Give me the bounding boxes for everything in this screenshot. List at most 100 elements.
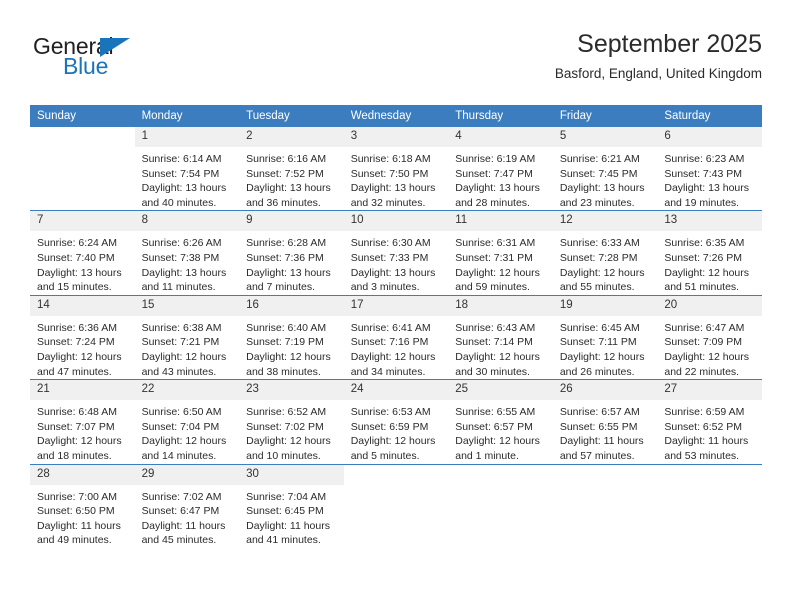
daylight-duration-line1: Daylight: 12 hours [455, 266, 540, 279]
day-details: Sunrise: 6:14 AM Sunset: 7:54 PM Daylight:… [135, 147, 240, 210]
page-header: General Blue September 2025 Basford, Eng… [30, 28, 762, 98]
calendar-day-cell[interactable]: 22 Sunrise: 6:50 AM Sunset: 7:04 PM Dayligh… [134, 379, 240, 464]
sunrise-time: Sunrise: 6:21 AM [559, 153, 640, 165]
sunset-time: Sunset: 6:47 PM [141, 505, 220, 518]
calendar-day-cell[interactable]: 29 Sunrise: 7:02 AM Sunset: 6:47 PM Dayligh… [134, 463, 240, 548]
calendar-day-cell[interactable]: 19 Sunrise: 6:45 AM Sunset: 7:11 PM Dayligh… [552, 294, 658, 380]
day-number: 21 [30, 380, 135, 401]
daylight-duration-line2: and 41 minutes. [246, 534, 321, 547]
day-details: Sunrise: 6:23 AM Sunset: 7:43 PM Daylight:… [657, 147, 762, 210]
calendar-day-cell[interactable]: 5 Sunrise: 6:21 AM Sunset: 7:45 PM Daylight… [552, 127, 658, 211]
day-number [657, 464, 762, 485]
daylight-duration-line1: Daylight: 12 hours [141, 435, 227, 448]
day-details: Sunrise: 7:04 AM Sunset: 6:45 PM Daylight:… [239, 485, 344, 548]
sunrise-time: Sunrise: 7:02 AM [141, 490, 222, 503]
calendar-page: General Blue September 2025 Basford, Eng… [0, 0, 792, 612]
calendar-empty-cell [343, 463, 449, 548]
calendar-day-cell[interactable]: 3 Sunrise: 6:18 AM Sunset: 7:50 PM Daylight… [343, 127, 449, 211]
calendar-day-cell[interactable]: 26 Sunrise: 6:57 AM Sunset: 6:55 PM Dayligh… [552, 379, 658, 464]
weekday-header-tuesday: Tuesday [239, 105, 344, 127]
daylight-duration-line1: Daylight: 11 hours [559, 435, 644, 448]
day-number: 29 [134, 464, 240, 485]
daylight-duration-line1: Daylight: 11 hours [664, 435, 749, 448]
day-number: 28 [30, 464, 135, 485]
sunrise-time: Sunrise: 6:50 AM [141, 406, 222, 419]
calendar-day-cell[interactable]: 28 Sunrise: 7:00 AM Sunset: 6:50 PM Dayligh… [30, 463, 135, 548]
calendar-week-row: 14 Sunrise: 6:36 AM Sunset: 7:24 PM Dayligh… [30, 294, 762, 380]
day-details: Sunrise: 6:59 AM Sunset: 6:52 PM Daylight:… [657, 400, 762, 463]
calendar-day-cell[interactable]: 1 Sunrise: 6:14 AM Sunset: 7:54 PM Daylight… [134, 127, 240, 211]
calendar-day-cell[interactable]: 24 Sunrise: 6:53 AM Sunset: 6:59 PM Dayligh… [343, 379, 449, 464]
daylight-duration-line1: Daylight: 12 hours [455, 435, 540, 448]
daylight-duration-line2: and 51 minutes. [664, 281, 740, 294]
daylight-duration-line2: and 15 minutes. [37, 281, 112, 294]
calendar-day-cell[interactable]: 11 Sunrise: 6:31 AM Sunset: 7:31 PM Dayligh… [448, 210, 553, 296]
day-number: 13 [657, 211, 762, 232]
daylight-duration-line1: Daylight: 11 hours [141, 519, 226, 532]
daylight-duration-line2: and 1 minute. [455, 449, 519, 462]
sunrise-time: Sunrise: 6:53 AM [350, 406, 431, 419]
daylight-duration-line1: Daylight: 13 hours [455, 182, 540, 195]
calendar-day-cell[interactable]: 2 Sunrise: 6:16 AM Sunset: 7:52 PM Daylight… [239, 127, 344, 211]
day-details: Sunrise: 6:21 AM Sunset: 7:45 PM Daylight:… [553, 147, 658, 210]
daylight-duration-line2: and 3 minutes. [350, 281, 420, 294]
weekday-header-wednesday: Wednesday [343, 105, 449, 127]
sunset-time: Sunset: 6:52 PM [664, 420, 743, 433]
calendar-day-cell[interactable]: 20 Sunrise: 6:47 AM Sunset: 7:09 PM Dayligh… [657, 294, 762, 380]
day-details: Sunrise: 6:18 AM Sunset: 7:50 PM Daylight:… [344, 147, 449, 210]
day-details: Sunrise: 6:43 AM Sunset: 7:14 PM Daylight:… [448, 316, 553, 379]
calendar-day-cell[interactable]: 15 Sunrise: 6:38 AM Sunset: 7:21 PM Dayligh… [134, 294, 240, 380]
sunset-time: Sunset: 7:33 PM [350, 251, 429, 264]
day-number: 22 [134, 380, 240, 401]
day-number [343, 464, 449, 485]
day-number: 2 [239, 127, 344, 147]
daylight-duration-line1: Daylight: 13 hours [141, 266, 227, 279]
calendar-week-row: 7 Sunrise: 6:24 AM Sunset: 7:40 PM Daylight… [30, 210, 762, 296]
general-blue-logo[interactable]: General Blue [33, 34, 223, 86]
daylight-duration-line1: Daylight: 13 hours [246, 182, 331, 195]
day-number: 15 [134, 295, 240, 316]
calendar-day-cell[interactable]: 17 Sunrise: 6:41 AM Sunset: 7:16 PM Dayligh… [343, 294, 449, 380]
sunset-time: Sunset: 7:43 PM [664, 167, 743, 180]
day-number: 1 [134, 127, 240, 147]
calendar-day-cell[interactable]: 7 Sunrise: 6:24 AM Sunset: 7:40 PM Daylight… [30, 210, 135, 296]
sunrise-time: Sunrise: 6:48 AM [37, 406, 117, 419]
daylight-duration-line1: Daylight: 12 hours [350, 350, 436, 363]
calendar-day-cell[interactable]: 30 Sunrise: 7:04 AM Sunset: 6:45 PM Dayligh… [239, 463, 344, 548]
day-details: Sunrise: 6:31 AM Sunset: 7:31 PM Daylight:… [448, 231, 553, 294]
calendar-day-cell[interactable]: 21 Sunrise: 6:48 AM Sunset: 7:07 PM Dayligh… [30, 379, 135, 464]
weekday-header-monday: Monday [134, 105, 240, 127]
sunrise-time: Sunrise: 6:43 AM [455, 321, 536, 334]
day-number: 14 [30, 295, 135, 316]
calendar-day-cell[interactable]: 8 Sunrise: 6:26 AM Sunset: 7:38 PM Daylight… [134, 210, 240, 296]
calendar-day-cell[interactable]: 14 Sunrise: 6:36 AM Sunset: 7:24 PM Dayligh… [30, 294, 135, 380]
daylight-duration-line1: Daylight: 13 hours [246, 266, 331, 279]
weekday-header-thursday: Thursday [448, 105, 553, 127]
calendar-day-cell[interactable]: 4 Sunrise: 6:19 AM Sunset: 7:47 PM Daylight… [448, 127, 553, 211]
page-title: September 2025 [577, 30, 762, 58]
day-number: 26 [552, 380, 658, 401]
daylight-duration-line2: and 32 minutes. [350, 196, 426, 209]
day-details: Sunrise: 7:00 AM Sunset: 6:50 PM Daylight:… [30, 485, 135, 548]
sunrise-time: Sunrise: 6:52 AM [246, 406, 327, 419]
calendar-day-cell[interactable]: 12 Sunrise: 6:33 AM Sunset: 7:28 PM Dayligh… [552, 210, 658, 296]
calendar-day-cell[interactable]: 27 Sunrise: 6:59 AM Sunset: 6:52 PM Dayligh… [657, 379, 762, 464]
sunrise-time: Sunrise: 6:45 AM [559, 321, 640, 334]
calendar-day-cell[interactable]: 10 Sunrise: 6:30 AM Sunset: 7:33 PM Dayligh… [343, 210, 449, 296]
calendar-day-cell[interactable]: 9 Sunrise: 6:28 AM Sunset: 7:36 PM Daylight… [239, 210, 344, 296]
calendar-day-cell[interactable]: 6 Sunrise: 6:23 AM Sunset: 7:43 PM Daylight… [657, 127, 762, 211]
day-details: Sunrise: 6:36 AM Sunset: 7:24 PM Daylight:… [30, 316, 135, 379]
daylight-duration-line1: Daylight: 11 hours [246, 519, 330, 532]
calendar-day-cell[interactable]: 18 Sunrise: 6:43 AM Sunset: 7:14 PM Dayligh… [448, 294, 553, 380]
sunset-time: Sunset: 7:28 PM [559, 251, 638, 264]
day-details: Sunrise: 6:38 AM Sunset: 7:21 PM Daylight:… [135, 316, 240, 379]
calendar-day-cell[interactable]: 13 Sunrise: 6:35 AM Sunset: 7:26 PM Dayligh… [657, 210, 762, 296]
daylight-duration-line1: Daylight: 13 hours [141, 182, 227, 195]
daylight-duration-line1: Daylight: 13 hours [37, 266, 122, 279]
calendar-day-cell[interactable]: 25 Sunrise: 6:55 AM Sunset: 6:57 PM Dayligh… [448, 379, 553, 464]
calendar-day-cell[interactable]: 16 Sunrise: 6:40 AM Sunset: 7:19 PM Dayligh… [239, 294, 344, 380]
sunrise-time: Sunrise: 6:40 AM [246, 321, 327, 334]
calendar-day-cell[interactable]: 23 Sunrise: 6:52 AM Sunset: 7:02 PM Dayligh… [239, 379, 344, 464]
sunset-time: Sunset: 7:54 PM [141, 167, 220, 180]
sunrise-time: Sunrise: 6:35 AM [664, 237, 745, 250]
